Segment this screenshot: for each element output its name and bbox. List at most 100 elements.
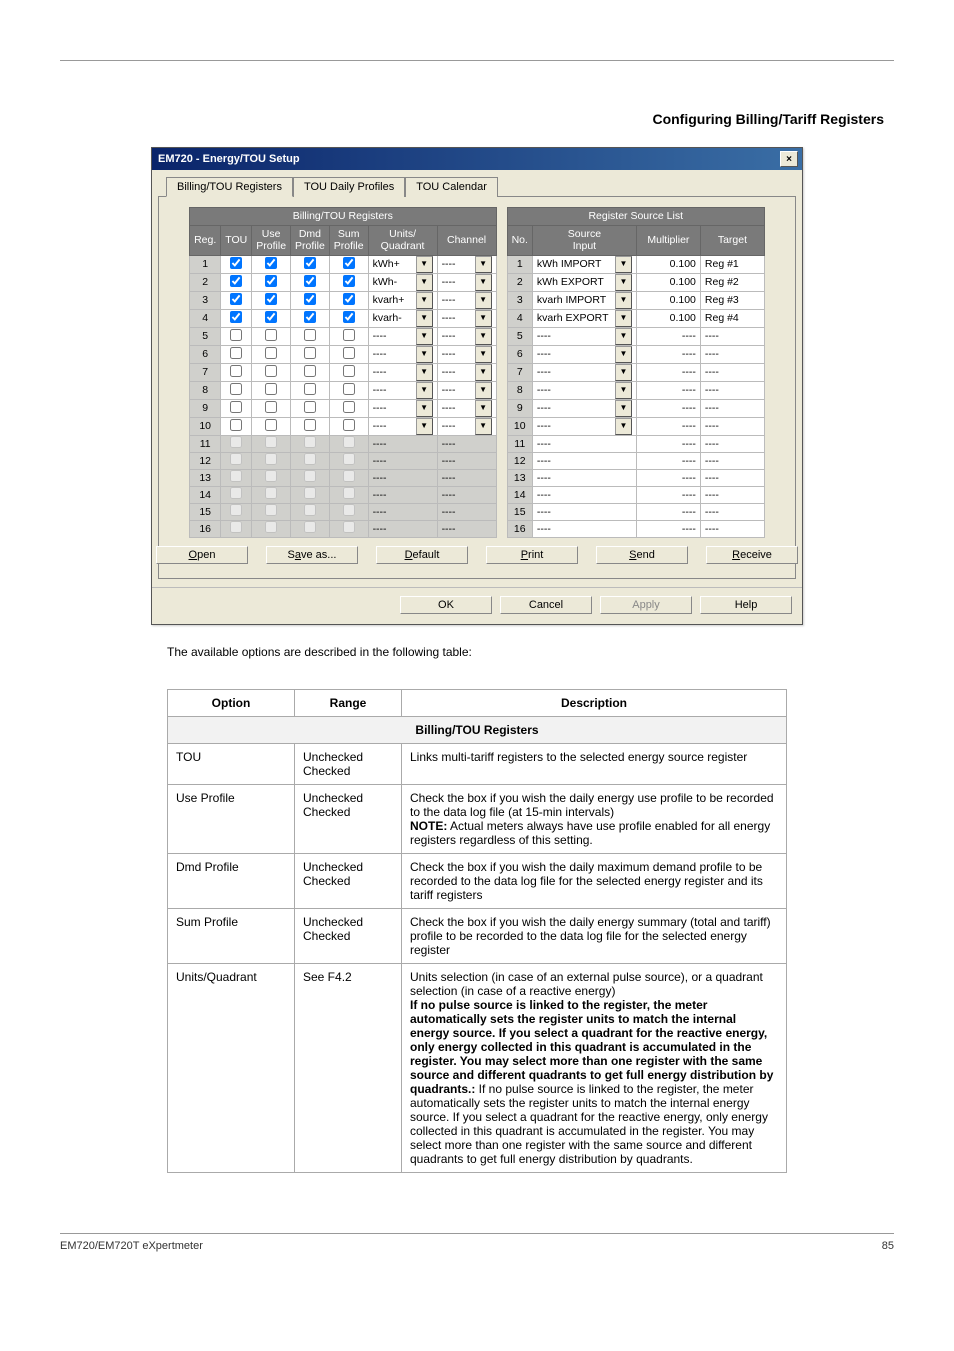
channel-cell[interactable]: ----▼ <box>437 327 496 345</box>
sum-checkbox[interactable] <box>343 257 355 269</box>
use-checkbox[interactable] <box>265 257 277 269</box>
dmd-checkbox[interactable] <box>304 383 316 395</box>
use-checkbox[interactable] <box>265 401 277 413</box>
tou-checkbox[interactable] <box>230 401 242 413</box>
units-cell[interactable]: ----▼ <box>368 381 437 399</box>
use-checkbox-cell[interactable] <box>252 345 291 363</box>
dmd-checkbox-cell[interactable] <box>291 381 330 399</box>
sum-checkbox-cell[interactable] <box>329 327 368 345</box>
tou-checkbox-cell[interactable] <box>221 399 252 417</box>
use-checkbox-cell[interactable] <box>252 381 291 399</box>
apply-button[interactable]: Apply <box>600 596 692 614</box>
tou-checkbox-cell[interactable] <box>221 273 252 291</box>
tou-checkbox[interactable] <box>230 275 242 287</box>
use-checkbox-cell[interactable] <box>252 309 291 327</box>
source-cell[interactable]: kWh IMPORT▼ <box>532 255 636 273</box>
tou-checkbox[interactable] <box>230 347 242 359</box>
channel-cell[interactable]: ----▼ <box>437 345 496 363</box>
chevron-down-icon[interactable]: ▼ <box>615 328 632 345</box>
chevron-down-icon[interactable]: ▼ <box>475 400 492 417</box>
chevron-down-icon[interactable]: ▼ <box>475 328 492 345</box>
sum-checkbox-cell[interactable] <box>329 399 368 417</box>
channel-cell[interactable]: ----▼ <box>437 273 496 291</box>
chevron-down-icon[interactable]: ▼ <box>475 274 492 291</box>
source-cell[interactable]: ----▼ <box>532 417 636 435</box>
use-checkbox-cell[interactable] <box>252 291 291 309</box>
help-button[interactable]: Help <box>700 596 792 614</box>
tou-checkbox[interactable] <box>230 293 242 305</box>
chevron-down-icon[interactable]: ▼ <box>416 418 433 435</box>
source-cell[interactable]: kWh EXPORT▼ <box>532 273 636 291</box>
dmd-checkbox[interactable] <box>304 419 316 431</box>
save-as-button[interactable]: Save as... <box>266 546 358 564</box>
source-cell[interactable]: ----▼ <box>532 381 636 399</box>
print-button[interactable]: Print <box>486 546 578 564</box>
dmd-checkbox-cell[interactable] <box>291 309 330 327</box>
source-cell[interactable]: kvarh EXPORT▼ <box>532 309 636 327</box>
tou-checkbox-cell[interactable] <box>221 327 252 345</box>
chevron-down-icon[interactable]: ▼ <box>615 274 632 291</box>
use-checkbox-cell[interactable] <box>252 255 291 273</box>
channel-cell[interactable]: ----▼ <box>437 309 496 327</box>
chevron-down-icon[interactable]: ▼ <box>615 310 632 327</box>
dmd-checkbox[interactable] <box>304 275 316 287</box>
dmd-checkbox[interactable] <box>304 365 316 377</box>
dmd-checkbox-cell[interactable] <box>291 291 330 309</box>
default-button[interactable]: Default <box>376 546 468 564</box>
source-cell[interactable]: ----▼ <box>532 399 636 417</box>
sum-checkbox[interactable] <box>343 401 355 413</box>
chevron-down-icon[interactable]: ▼ <box>615 346 632 363</box>
sum-checkbox-cell[interactable] <box>329 255 368 273</box>
tou-checkbox-cell[interactable] <box>221 417 252 435</box>
tou-checkbox-cell[interactable] <box>221 381 252 399</box>
units-cell[interactable]: kvarh-▼ <box>368 309 437 327</box>
tou-checkbox[interactable] <box>230 311 242 323</box>
send-button[interactable]: Send <box>596 546 688 564</box>
units-cell[interactable]: kvarh+▼ <box>368 291 437 309</box>
open-button[interactable]: Open <box>156 546 248 564</box>
sum-checkbox[interactable] <box>343 311 355 323</box>
chevron-down-icon[interactable]: ▼ <box>416 328 433 345</box>
tou-checkbox[interactable] <box>230 329 242 341</box>
sum-checkbox-cell[interactable] <box>329 417 368 435</box>
use-checkbox-cell[interactable] <box>252 417 291 435</box>
chevron-down-icon[interactable]: ▼ <box>416 364 433 381</box>
chevron-down-icon[interactable]: ▼ <box>615 382 632 399</box>
use-checkbox-cell[interactable] <box>252 363 291 381</box>
dmd-checkbox-cell[interactable] <box>291 255 330 273</box>
source-cell[interactable]: ----▼ <box>532 345 636 363</box>
sum-checkbox-cell[interactable] <box>329 363 368 381</box>
tab-billing-registers[interactable]: Billing/TOU Registers <box>166 177 293 197</box>
ok-button[interactable]: OK <box>400 596 492 614</box>
source-cell[interactable]: kvarh IMPORT▼ <box>532 291 636 309</box>
units-cell[interactable]: ----▼ <box>368 417 437 435</box>
units-cell[interactable]: ----▼ <box>368 345 437 363</box>
tou-checkbox[interactable] <box>230 383 242 395</box>
tou-checkbox-cell[interactable] <box>221 291 252 309</box>
tab-tou-calendar[interactable]: TOU Calendar <box>405 177 498 197</box>
chevron-down-icon[interactable]: ▼ <box>416 274 433 291</box>
chevron-down-icon[interactable]: ▼ <box>416 310 433 327</box>
units-cell[interactable]: kWh+▼ <box>368 255 437 273</box>
chevron-down-icon[interactable]: ▼ <box>416 256 433 273</box>
chevron-down-icon[interactable]: ▼ <box>615 400 632 417</box>
sum-checkbox[interactable] <box>343 293 355 305</box>
use-checkbox-cell[interactable] <box>252 327 291 345</box>
use-checkbox[interactable] <box>265 347 277 359</box>
chevron-down-icon[interactable]: ▼ <box>475 310 492 327</box>
close-icon[interactable]: × <box>780 151 798 167</box>
dmd-checkbox[interactable] <box>304 347 316 359</box>
channel-cell[interactable]: ----▼ <box>437 399 496 417</box>
receive-button[interactable]: Receive <box>706 546 798 564</box>
channel-cell[interactable]: ----▼ <box>437 255 496 273</box>
sum-checkbox[interactable] <box>343 347 355 359</box>
cancel-button[interactable]: Cancel <box>500 596 592 614</box>
sum-checkbox-cell[interactable] <box>329 381 368 399</box>
tou-checkbox-cell[interactable] <box>221 345 252 363</box>
chevron-down-icon[interactable]: ▼ <box>475 364 492 381</box>
dmd-checkbox-cell[interactable] <box>291 399 330 417</box>
dmd-checkbox[interactable] <box>304 329 316 341</box>
units-cell[interactable]: ----▼ <box>368 327 437 345</box>
dmd-checkbox[interactable] <box>304 401 316 413</box>
dmd-checkbox-cell[interactable] <box>291 273 330 291</box>
